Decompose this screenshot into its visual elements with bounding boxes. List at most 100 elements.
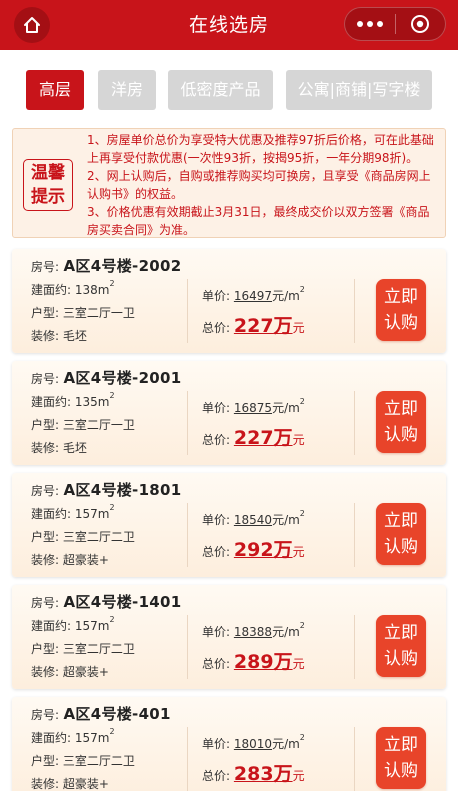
total-price-value: 227万 [234,427,293,449]
total-price-label: 总价: [202,657,231,671]
area-unit: m [97,395,110,409]
area-line: 建面约: 157m2 [31,615,115,634]
divider [354,391,355,455]
notice-badge-line2: 提示 [31,187,65,207]
decor-line: 装修: 超豪装+ [31,663,109,680]
unit-price-label: 单价: [202,625,231,639]
divider [187,727,188,791]
total-price-value: 227万 [234,315,293,337]
listing-card: 房号: A区4号楼-401 建面约: 157m2 户型: 三室二厅二卫 装修: … [12,697,446,791]
area-unit-sup: 2 [109,615,115,624]
more-button[interactable] [345,8,395,40]
tab-low-density[interactable]: 低密度产品 [168,70,273,110]
unit-price-label: 单价: [202,289,231,303]
total-price-value: 283万 [234,763,293,785]
total-wan: 万 [273,315,293,337]
area-line: 建面约: 135m2 [31,391,115,410]
decor-label: 装修: [31,329,60,343]
notice-text: 1、房屋单价总价为享受特大优惠及推荐97折后价格，可在此基础上再享受付款优惠(一… [87,131,441,239]
decor-value: 超豪装+ [62,777,109,791]
divider [187,615,188,679]
tab-villa[interactable]: 洋房 [98,70,156,110]
decor-line: 装修: 毛坯 [31,327,87,344]
area-unit-sup: 2 [109,391,115,400]
notice-box: 温馨 提示 1、房屋单价总价为享受特大优惠及推荐97折后价格，可在此基础上再享受… [12,128,446,238]
decor-line: 装修: 超豪装+ [31,775,109,791]
subscribe-button[interactable]: 立即 认购 [376,503,426,565]
area-unit: m [97,507,110,521]
unit-price-label: 单价: [202,513,231,527]
total-price: 总价: 283万元 [202,759,305,786]
decor-line: 装修: 毛坯 [31,439,87,456]
subscribe-label-1: 立即 [384,287,418,307]
subscribe-button[interactable]: 立即 认购 [376,391,426,453]
area-unit: m [97,619,110,633]
total-price: 总价: 289万元 [202,647,305,674]
unit-price-suffix: 元/m [272,401,300,415]
decor-value: 超豪装+ [62,553,109,567]
total-price-value: 292万 [234,539,293,561]
area-label: 建面约: [31,507,72,521]
tab-highrise[interactable]: 高层 [26,70,84,110]
subscribe-label-1: 立即 [384,735,418,755]
layout-label: 户型: [31,418,60,432]
room-label: 房号: [31,484,60,498]
notice-badge-line1: 温馨 [31,163,65,183]
divider [354,279,355,343]
unit-price: 单价: 16497元/m2 [202,285,305,304]
unit-price-value: 18010 [233,737,273,751]
layout-line: 户型: 三室二厅二卫 [31,528,135,545]
area-value: 157 [74,507,98,521]
total-yuan: 元 [292,769,305,783]
room-number: 房号: A区4号楼-401 [31,703,171,724]
subscribe-label-1: 立即 [384,399,418,419]
divider [354,615,355,679]
total-price-label: 总价: [202,545,231,559]
divider [354,727,355,791]
total-price: 总价: 227万元 [202,311,305,338]
close-button[interactable] [396,8,445,40]
layout-label: 户型: [31,530,60,544]
listing-card: 房号: A区4号楼-1401 建面约: 157m2 户型: 三室二厅二卫 装修:… [12,585,446,689]
decor-label: 装修: [31,441,60,455]
subscribe-button[interactable]: 立即 认购 [376,279,426,341]
subscribe-button[interactable]: 立即 认购 [376,727,426,789]
area-label: 建面约: [31,619,72,633]
header-bar: 在线选房 [0,0,458,50]
decor-value: 毛坯 [62,441,87,455]
subscribe-label-2: 认购 [384,761,418,781]
room-value: A区4号楼-1801 [63,481,182,499]
total-wan: 万 [273,427,293,449]
notice-line-1: 1、房屋单价总价为享受特大优惠及推荐97折后价格，可在此基础上再享受付款优惠(一… [87,133,434,165]
subscribe-button[interactable]: 立即 认购 [376,615,426,677]
layout-line: 户型: 三室二厅一卫 [31,416,135,433]
total-number: 292 [233,539,274,561]
area-line: 建面约: 157m2 [31,727,115,746]
decor-label: 装修: [31,665,60,679]
notice-line-2: 2、网上认购后，自购或推荐购买均可换房，且享受《商品房网上认购书》的权益。 [87,169,431,201]
target-icon [411,15,430,33]
notice-badge: 温馨 提示 [23,159,73,211]
unit-price-suffix: 元/m [272,625,300,639]
area-line: 建面约: 138m2 [31,279,115,298]
total-wan: 万 [273,539,293,561]
layout-value: 三室二厅二卫 [62,754,135,768]
total-price-label: 总价: [202,769,231,783]
room-number: 房号: A区4号楼-1401 [31,591,182,612]
total-price-value: 289万 [234,651,293,673]
area-value: 138 [74,283,98,297]
tab-apartment-shop-office[interactable]: 公寓|商铺|写字楼 [286,70,432,110]
unit-price-suffix: 元/m [272,289,300,303]
decor-label: 装修: [31,777,60,791]
room-label: 房号: [31,708,60,722]
area-unit: m [97,283,110,297]
area-label: 建面约: [31,395,72,409]
notice-line-3: 3、价格优惠有效期截止3月31日，最终成交价以双方签署《商品房买卖合同》为准。 [87,205,430,237]
total-yuan: 元 [292,545,305,559]
layout-line: 户型: 三室二厅二卫 [31,640,135,657]
area-label: 建面约: [31,283,72,297]
total-price-label: 总价: [202,433,231,447]
divider [354,503,355,567]
room-number: 房号: A区4号楼-1801 [31,479,182,500]
total-price-label: 总价: [202,321,231,335]
